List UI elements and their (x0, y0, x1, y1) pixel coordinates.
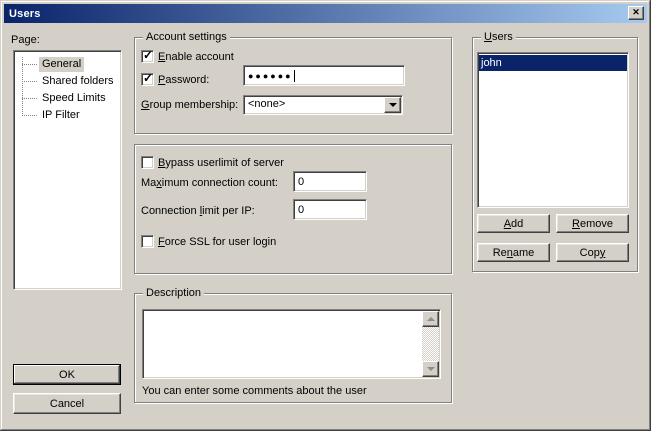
add-button[interactable]: Add (477, 214, 550, 233)
bypass-userlimit-checkbox[interactable]: ✓ (141, 156, 154, 169)
bypass-userlimit-label: Bypass userlimit of server (158, 156, 284, 170)
remove-button-label: Remove (572, 218, 613, 230)
password-label: Password: (158, 73, 209, 87)
ok-button[interactable]: OK (13, 364, 121, 385)
remove-button[interactable]: Remove (556, 214, 629, 233)
page-tree: General Shared folders Speed Limits IP F… (13, 50, 122, 290)
tree-connector-line (22, 57, 23, 116)
window-title: Users (9, 8, 41, 20)
page-label: Page: (11, 33, 40, 47)
group-membership-value: <none> (248, 98, 285, 110)
page-item-shared-folders[interactable]: Shared folders (39, 74, 117, 89)
close-button[interactable]: ✕ (628, 6, 644, 20)
copy-button[interactable]: Copy (556, 243, 629, 262)
checkmark-icon: ✓ (143, 48, 153, 62)
ok-button-label: OK (59, 369, 75, 381)
tree-connector-line (22, 98, 37, 99)
password-input[interactable]: ●●●●●● (243, 65, 405, 86)
combo-dropdown-button[interactable] (384, 97, 401, 113)
page-item-general[interactable]: General (39, 57, 84, 72)
page-item-speed-limits[interactable]: Speed Limits (39, 91, 109, 106)
tree-connector-line (22, 81, 37, 82)
ip-limit-input[interactable] (293, 199, 367, 220)
tree-connector-line (22, 115, 37, 116)
scroll-up-button[interactable] (422, 311, 439, 327)
group-membership-label: Group membership: (141, 98, 238, 112)
max-connection-input[interactable] (293, 171, 367, 192)
ip-limit-label: Connection limit per IP: (141, 204, 255, 218)
user-list-item[interactable]: john (479, 55, 627, 71)
account-settings-group-label: Account settings (143, 30, 230, 44)
arrow-up-icon (427, 317, 435, 321)
description-textarea[interactable] (142, 309, 441, 379)
force-ssl-label: Force SSL for user login (158, 235, 276, 249)
force-ssl-checkbox[interactable]: ✓ (141, 235, 154, 248)
rename-button[interactable]: Rename (477, 243, 550, 262)
enable-account-checkbox[interactable]: ✓ (141, 50, 154, 63)
password-checkbox[interactable]: ✓ (141, 73, 154, 86)
users-dialog: Users ✕ Page: General Shared folders Spe… (0, 0, 651, 431)
scroll-down-button[interactable] (422, 361, 439, 377)
add-button-label: Add (504, 218, 524, 230)
enable-account-label: Enable account (158, 50, 234, 64)
titlebar: Users (4, 4, 647, 23)
users-listbox: john (477, 52, 629, 208)
description-group-label: Description (143, 286, 204, 300)
cancel-button-label: Cancel (50, 398, 84, 410)
text-caret (294, 70, 295, 82)
copy-button-label: Copy (580, 247, 606, 259)
chevron-down-icon (389, 103, 397, 107)
vertical-scrollbar[interactable] (422, 311, 439, 377)
page-item-ip-filter[interactable]: IP Filter (39, 108, 83, 123)
group-membership-select[interactable]: <none> (243, 95, 403, 115)
description-hint: You can enter some comments about the us… (142, 384, 367, 398)
tree-connector-line (22, 64, 37, 65)
arrow-down-icon (427, 367, 435, 371)
checkmark-icon: ✓ (143, 71, 153, 85)
max-connection-label: Maximum connection count: (141, 176, 278, 190)
password-masked-value: ●●●●●● (248, 71, 293, 81)
users-group-label: Users (481, 30, 516, 44)
close-icon: ✕ (632, 8, 640, 17)
cancel-button[interactable]: Cancel (13, 393, 121, 414)
rename-button-label: Rename (493, 247, 535, 259)
